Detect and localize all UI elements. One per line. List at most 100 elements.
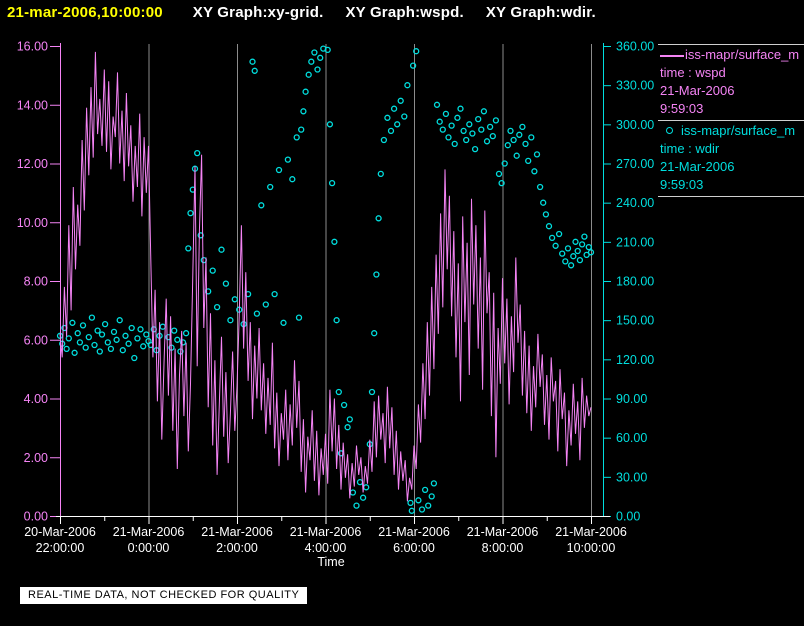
wdir-point [425,502,432,509]
wdir-point [483,138,491,145]
left-axis-tick-label: 10.00 [17,216,48,230]
wdir-point [375,215,382,222]
wdir-point [122,332,129,339]
x-tick-time-label: 10:00:00 [567,541,616,555]
wdir-point [439,126,446,133]
wdir-point [463,136,470,144]
legend-wspd-field: time : wspd [660,65,726,80]
quality-disclaimer-text: REAL-TIME DATA, NOT CHECKED FOR QUALITY [28,589,300,601]
wdir-point [187,209,194,217]
wdir-point [253,310,261,317]
wdir-point [85,333,92,341]
wdir-point [308,58,315,65]
x-tick-date-label: 21-Mar-2006 [201,525,273,539]
wdir-point [113,336,120,343]
wdir-point [340,401,348,409]
wdir-point [79,322,87,329]
wdir-point [436,118,443,125]
wdir-point [567,262,575,269]
x-tick-time-label: 0:00:00 [128,541,170,555]
wdir-point [475,115,482,123]
quality-disclaimer-banner: REAL-TIME DATA, NOT CHECKED FOR QUALITY [20,587,308,604]
wdir-point [346,416,353,423]
wdir-circle-symbol-icon [666,127,673,135]
legend-wspd-source-row: iss-mapr/surface_m [660,46,804,64]
wdir-point [495,170,503,178]
legend-wdir-date: 21-Mar-2006 [660,159,735,174]
wdir-point [387,127,395,135]
wdir-point [363,484,370,491]
right-axis-tick-label: 150.00 [616,314,654,328]
wdir-point [516,131,523,138]
x-tick-date-label: 21-Mar-2006 [555,525,627,539]
left-axis-tick-label: 8.00 [24,275,48,289]
right-axis: 360.00 330.00 300.00 270.00 240.00 210.00 180.… [603,40,654,524]
wdir-point [349,489,357,496]
wdir-point [576,256,584,264]
wdir-point [457,105,464,112]
wdir-point [194,149,201,157]
wdir-point [480,108,488,115]
wdir-point [213,303,221,311]
right-axis-tick-label: 330.00 [616,79,654,93]
wdir-point [371,330,378,337]
x-tick-date-label: 20-Mar-2006 [24,525,96,539]
wdir-point [128,324,135,332]
wdir-point [377,170,384,178]
legend: iss-mapr/surface_m time : wspd 21-Mar-20… [658,44,804,197]
wdir-point [525,157,532,165]
wdir-point [314,66,321,73]
wdir-point [466,121,473,128]
wdir-point [300,108,307,115]
wdir-point [82,344,89,351]
wspd-line-symbol-icon [660,54,684,57]
wdir-point [71,349,78,356]
wdir-point [528,134,535,141]
wdir-point [137,326,144,333]
legend-entry-wspd: iss-mapr/surface_m time : wspd 21-Mar-20… [658,45,804,120]
wdir-point [289,176,296,183]
right-axis-tick-label: 30.00 [616,470,647,484]
wdir-point [305,71,312,78]
wdir-point [271,290,278,298]
legend-wdir-field: time : wdir [660,141,720,156]
x-tick-date-label: 21-Mar-2006 [467,525,539,539]
wdir-point [542,211,550,218]
legend-separator [658,196,804,197]
wdir-point [140,343,147,350]
wdir-point [478,126,485,133]
wdir-point [469,130,476,137]
wdir-point [564,245,572,252]
wdir-point [510,136,517,144]
wdir-point [107,345,115,353]
x-tick-time-label: 22:00:00 [36,541,85,555]
wdir-point [116,317,123,324]
wdir-point [284,156,292,163]
wdir-point [394,121,401,128]
wdir-point [407,499,414,507]
wdir-point [401,113,408,120]
wdir-point [507,127,514,135]
wdir-point [131,354,138,362]
wdir-point [91,341,98,349]
x-axis-title: Time [317,555,344,569]
wdir-point [519,123,526,131]
wdir-point [63,345,70,353]
wdir-point [74,330,81,337]
wdir-point [333,317,340,324]
left-axis-tick-label: 2.00 [24,451,48,465]
wdir-point [267,183,274,191]
wdir-point [119,347,126,354]
wdir-point [585,243,592,251]
wdir-point [442,110,450,118]
x-tick-time-label: 6:00:00 [393,541,435,555]
wdir-point [76,339,84,346]
left-axis-tick-label: 6.00 [24,333,48,347]
wdir-point [353,502,360,509]
wdir-point [489,132,496,140]
right-axis-tick-label: 90.00 [616,392,647,406]
wdir-point [209,267,216,274]
wdir-point [344,424,351,431]
left-axis-tick-label: 12.00 [17,157,48,171]
wdir-point [433,101,441,108]
